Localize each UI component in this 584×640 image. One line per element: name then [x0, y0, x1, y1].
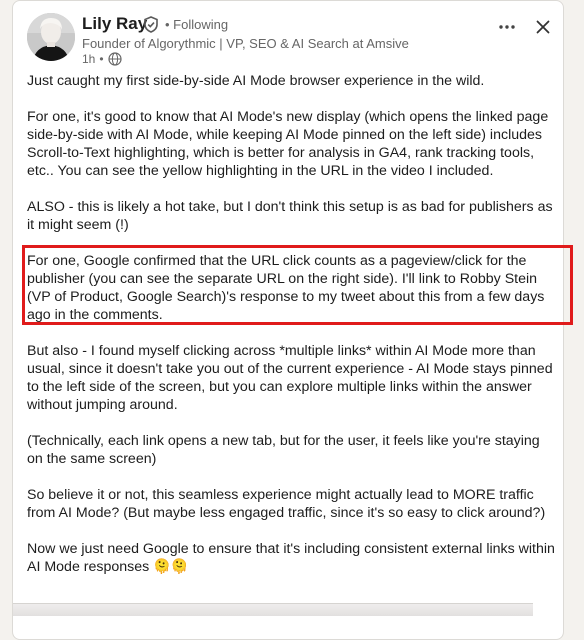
post-paragraph: Just caught my first side-by-side AI Mod…	[27, 73, 485, 89]
author-headline: Founder of Algorythmic | VP, SEO & AI Se…	[82, 36, 409, 51]
post-body: Just caught my first side-by-side AI Mod…	[22, 72, 573, 594]
verified-shield-icon	[144, 16, 158, 33]
post-paragraph: ALSO - this is likely a hot take, but I …	[27, 199, 553, 233]
post-paragraph: But also - I found myself clicking acros…	[27, 343, 553, 413]
post-paragraph: Now we just need Google to ensure that i…	[27, 541, 555, 575]
post-meta: 1h •	[82, 52, 122, 66]
more-dots-icon	[499, 25, 515, 29]
close-button[interactable]	[531, 15, 555, 39]
follow-status: • Following	[165, 17, 229, 32]
author-avatar[interactable]	[27, 13, 75, 61]
highlighted-paragraph: For one, Google confirmed that the URL c…	[22, 245, 573, 325]
more-options-button[interactable]	[495, 15, 519, 39]
globe-icon	[107, 52, 122, 66]
meta-separator: •	[99, 52, 104, 66]
video-preview-thumbnail[interactable]	[13, 603, 533, 616]
post-paragraph: So believe it or not, this seamless expe…	[27, 487, 546, 521]
post-paragraph: For one, it's good to know that AI Mode'…	[27, 109, 549, 179]
highlighted-paragraph-text: For one, Google confirmed that the URL c…	[27, 253, 545, 323]
post-card: Lily Ray • Following Founder of Algoryth…	[12, 0, 573, 640]
post-paragraph: (Technically, each link opens a new tab,…	[27, 433, 540, 467]
author-name[interactable]: Lily Ray	[82, 14, 147, 34]
close-icon	[536, 20, 550, 34]
avatar-photo	[27, 13, 75, 61]
post-time: 1h	[82, 52, 96, 66]
